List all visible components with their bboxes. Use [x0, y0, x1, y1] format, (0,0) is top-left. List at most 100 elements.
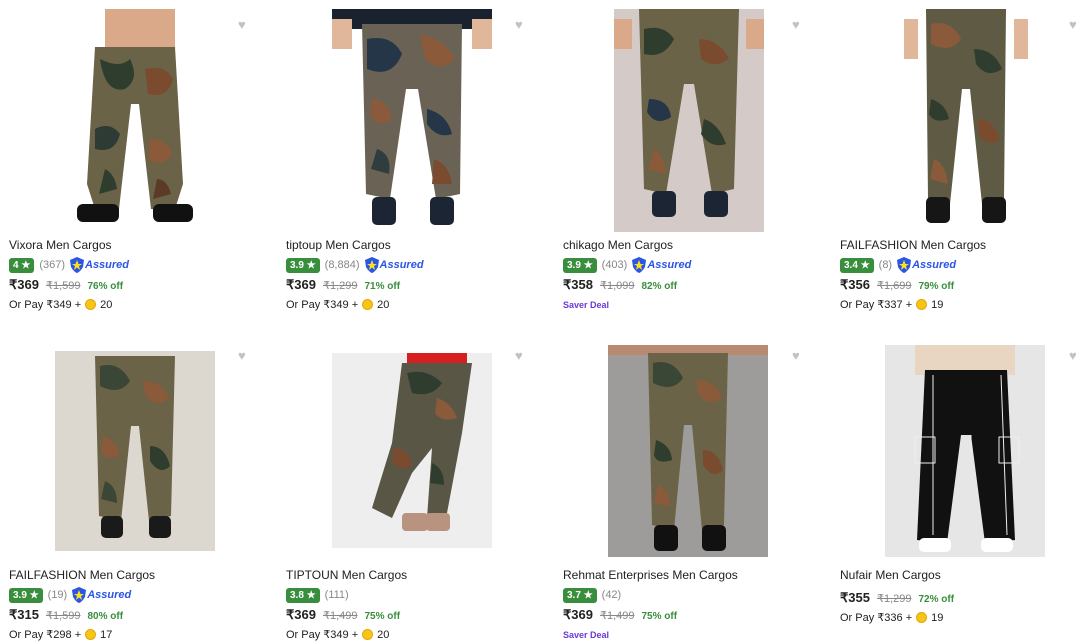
star-icon: ★	[860, 259, 870, 271]
product-image-link[interactable]	[277, 330, 547, 570]
product-image-link[interactable]	[0, 330, 270, 570]
assured-shield-icon	[897, 257, 912, 273]
selling-price: ₹369	[286, 607, 316, 622]
assured-shield-icon	[632, 257, 647, 273]
assured-shield-icon	[72, 587, 87, 603]
original-price: ₹1,699	[876, 280, 912, 292]
star-icon: ★	[583, 259, 593, 271]
wishlist-heart-icon[interactable]	[1069, 19, 1081, 31]
rating-row: 3.9 ★ (8,884) Assured	[286, 257, 424, 273]
saver-deal-label: Saver Deal	[563, 630, 610, 640]
rating-row: 4 ★ (367) Assured	[9, 257, 129, 273]
star-icon: ★	[306, 259, 316, 271]
wishlist-heart-icon[interactable]	[1069, 350, 1081, 362]
rating-badge: 3.9 ★	[286, 257, 320, 273]
product-title[interactable]: Rehmat Enterprises Men Cargos	[563, 568, 738, 582]
review-count: (403)	[601, 259, 628, 271]
discount: 76% off	[87, 281, 124, 292]
discount: 72% off	[918, 594, 955, 605]
review-count: (111)	[324, 589, 349, 601]
product-title[interactable]: FAILFASHION Men Cargos	[840, 238, 986, 252]
star-icon: ★	[21, 259, 31, 271]
product-image-link[interactable]	[554, 330, 824, 570]
wishlist-heart-icon[interactable]	[792, 19, 804, 31]
rating-badge: 3.8 ★	[286, 587, 320, 603]
supercoin-icon	[916, 612, 928, 623]
selling-price: ₹315	[9, 607, 39, 622]
supercoin-offer: Or Pay ₹349 +20	[286, 628, 390, 642]
original-price: ₹1,599	[45, 280, 81, 292]
supercoin-offer: Or Pay ₹298 +17	[9, 628, 113, 642]
product-image	[608, 345, 768, 557]
original-price: ₹1,499	[599, 610, 635, 622]
product-image-link[interactable]	[277, 0, 547, 240]
price-row: ₹369 ₹1,299 71% off	[286, 277, 400, 293]
assured-badge: Assured	[897, 257, 956, 273]
discount: 75% off	[641, 611, 678, 622]
wishlist-heart-icon[interactable]	[515, 19, 527, 31]
supercoin-offer: Or Pay ₹349 +20	[286, 298, 390, 312]
product-image-link[interactable]	[0, 0, 270, 240]
wishlist-heart-icon[interactable]	[515, 350, 527, 362]
discount: 75% off	[364, 611, 401, 622]
product-image	[55, 9, 215, 232]
original-price: ₹1,299	[876, 593, 912, 605]
product-title[interactable]: chikago Men Cargos	[563, 238, 673, 252]
price-row: ₹369 ₹1,499 75% off	[563, 607, 677, 623]
supercoin-offer: Or Pay ₹349 +20	[9, 298, 113, 312]
product-title[interactable]: Nufair Men Cargos	[840, 568, 941, 582]
wishlist-heart-icon[interactable]	[792, 350, 804, 362]
product-image-link[interactable]	[831, 330, 1089, 570]
star-icon: ★	[306, 589, 316, 601]
product-image	[614, 9, 764, 232]
selling-price: ₹358	[563, 277, 593, 292]
product-image	[886, 9, 1046, 232]
discount: 79% off	[918, 281, 955, 292]
product-title[interactable]: TIPTOUN Men Cargos	[286, 568, 407, 582]
original-price: ₹1,299	[322, 280, 358, 292]
price-row: ₹355 ₹1,299 72% off	[840, 590, 954, 606]
rating-badge: 3.9 ★	[9, 587, 43, 603]
supercoin-offer: Or Pay ₹336 +19	[840, 611, 944, 625]
product-title[interactable]: FAILFASHION Men Cargos	[9, 568, 155, 582]
rating-row: 3.4 ★ (8) Assured	[840, 257, 956, 273]
original-price: ₹1,599	[45, 610, 81, 622]
rating-row: 3.8 ★ (111)	[286, 587, 349, 603]
review-count: (8,884)	[324, 259, 360, 271]
review-count: (367)	[39, 259, 65, 271]
selling-price: ₹369	[286, 277, 316, 292]
review-count: (8)	[878, 259, 893, 271]
assured-badge: Assured	[632, 257, 691, 273]
selling-price: ₹356	[840, 277, 870, 292]
wishlist-heart-icon[interactable]	[238, 350, 250, 362]
product-image	[55, 351, 215, 551]
product-image-link[interactable]	[831, 0, 1089, 240]
original-price: ₹1,099	[599, 280, 635, 292]
discount: 82% off	[641, 281, 678, 292]
review-count: (19)	[47, 589, 68, 601]
price-row: ₹356 ₹1,699 79% off	[840, 277, 954, 293]
selling-price: ₹369	[563, 607, 593, 622]
product-image-link[interactable]	[554, 0, 824, 240]
rating-badge: 3.7 ★	[563, 587, 597, 603]
supercoin-icon	[362, 299, 374, 310]
product-title[interactable]: tiptoup Men Cargos	[286, 238, 391, 252]
assured-badge: Assured	[364, 257, 424, 273]
selling-price: ₹355	[840, 590, 870, 605]
price-row: ₹369 ₹1,599 76% off	[9, 277, 123, 293]
rating-row: 3.9 ★ (19) Assured	[9, 587, 131, 603]
assured-badge: Assured	[72, 587, 131, 603]
wishlist-heart-icon[interactable]	[238, 19, 250, 31]
assured-badge: Assured	[70, 257, 129, 273]
supercoin-icon	[85, 629, 97, 640]
product-title[interactable]: Vixora Men Cargos	[9, 238, 112, 252]
supercoin-icon	[916, 299, 928, 310]
product-image	[332, 9, 492, 232]
saver-deal-label: Saver Deal	[563, 300, 610, 310]
assured-shield-icon	[364, 257, 379, 273]
rating-badge: 4 ★	[9, 257, 35, 273]
rating-row: 3.7 ★ (42)	[563, 587, 621, 603]
selling-price: ₹369	[9, 277, 39, 292]
review-count: (42)	[601, 589, 622, 601]
star-icon: ★	[583, 589, 593, 601]
